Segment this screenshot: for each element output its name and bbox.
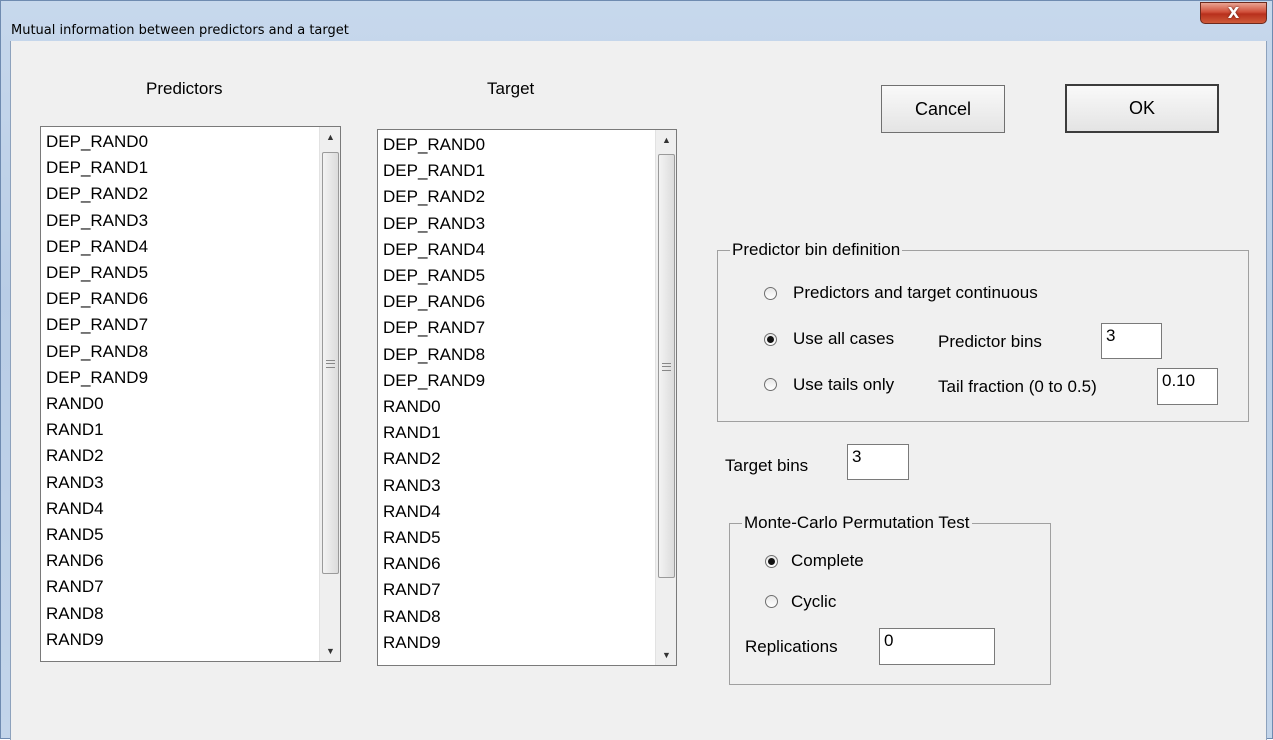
list-item[interactable]: DEP_RAND7 bbox=[383, 315, 485, 341]
list-item[interactable]: RAND3 bbox=[383, 473, 485, 499]
list-item[interactable]: RAND5 bbox=[383, 525, 485, 551]
list-item[interactable]: DEP_RAND9 bbox=[46, 365, 148, 391]
list-item[interactable]: RAND0 bbox=[383, 394, 485, 420]
list-item[interactable]: RAND6 bbox=[46, 548, 148, 574]
monte-carlo-group: Monte-Carlo Permutation Test Complete Cy… bbox=[729, 513, 1051, 685]
tail-fraction-input[interactable]: 0.10 bbox=[1157, 368, 1218, 405]
radio-tails-only[interactable] bbox=[764, 378, 777, 391]
target-list: DEP_RAND0 DEP_RAND1 DEP_RAND2 DEP_RAND3 DEP_… bbox=[383, 132, 485, 656]
list-item[interactable]: DEP_RAND0 bbox=[383, 132, 485, 158]
predictors-scrollbar[interactable]: ▲ ▼ bbox=[319, 127, 340, 661]
radio-complete-label[interactable]: Complete bbox=[791, 551, 864, 571]
target-scroll-thumb[interactable] bbox=[658, 154, 675, 578]
predictor-bins-label: Predictor bins bbox=[938, 332, 1042, 351]
list-item[interactable]: RAND2 bbox=[383, 446, 485, 472]
list-item[interactable]: RAND2 bbox=[46, 443, 148, 469]
list-item[interactable]: RAND8 bbox=[383, 604, 485, 630]
list-item[interactable]: DEP_RAND1 bbox=[46, 155, 148, 181]
scroll-down-icon[interactable]: ▼ bbox=[656, 645, 676, 665]
list-item[interactable]: DEP_RAND5 bbox=[46, 260, 148, 286]
list-item[interactable]: DEP_RAND6 bbox=[383, 289, 485, 315]
scroll-down-icon[interactable]: ▼ bbox=[320, 641, 340, 661]
radio-continuous[interactable] bbox=[764, 287, 777, 300]
target-bins-input[interactable]: 3 bbox=[847, 444, 909, 480]
list-item[interactable]: RAND7 bbox=[46, 574, 148, 600]
dialog-window: Mutual information between predictors an… bbox=[0, 0, 1273, 740]
window-title: Mutual information between predictors an… bbox=[11, 23, 349, 38]
list-item[interactable]: DEP_RAND6 bbox=[46, 286, 148, 312]
predictor-bin-group: Predictor bin definition Predictors and … bbox=[717, 240, 1249, 422]
radio-complete[interactable] bbox=[765, 555, 778, 568]
predictors-listbox[interactable]: DEP_RAND0 DEP_RAND1 DEP_RAND2 DEP_RAND3 DEP_… bbox=[40, 126, 341, 662]
list-item[interactable]: DEP_RAND1 bbox=[383, 158, 485, 184]
target-label: Target bbox=[487, 79, 535, 98]
list-item[interactable]: RAND4 bbox=[46, 496, 148, 522]
close-icon: X bbox=[1227, 4, 1240, 22]
replications-label: Replications bbox=[745, 637, 838, 656]
radio-cyclic[interactable] bbox=[765, 595, 778, 608]
tail-fraction-label: Tail fraction (0 to 0.5) bbox=[938, 377, 1097, 396]
list-item[interactable]: DEP_RAND3 bbox=[383, 211, 485, 237]
predictor-bins-input[interactable]: 3 bbox=[1101, 323, 1162, 359]
list-item[interactable]: RAND7 bbox=[383, 577, 485, 603]
list-item[interactable]: DEP_RAND2 bbox=[46, 181, 148, 207]
list-item[interactable]: RAND3 bbox=[46, 470, 148, 496]
target-scrollbar[interactable]: ▲ ▼ bbox=[655, 130, 676, 665]
radio-all-cases-label[interactable]: Use all cases bbox=[793, 329, 894, 349]
list-item[interactable]: RAND4 bbox=[383, 499, 485, 525]
list-item[interactable]: DEP_RAND8 bbox=[46, 339, 148, 365]
list-item[interactable]: RAND5 bbox=[46, 522, 148, 548]
list-item[interactable]: DEP_RAND4 bbox=[46, 234, 148, 260]
radio-continuous-label[interactable]: Predictors and target continuous bbox=[793, 283, 1038, 303]
list-item[interactable]: RAND9 bbox=[383, 630, 485, 656]
list-item[interactable]: RAND1 bbox=[383, 420, 485, 446]
predictors-list: DEP_RAND0 DEP_RAND1 DEP_RAND2 DEP_RAND3 DEP_… bbox=[46, 129, 148, 653]
radio-all-cases[interactable] bbox=[764, 333, 777, 346]
list-item[interactable]: RAND9 bbox=[46, 627, 148, 653]
predictors-label: Predictors bbox=[146, 79, 223, 98]
list-item[interactable]: RAND6 bbox=[383, 551, 485, 577]
predictor-bin-group-title: Predictor bin definition bbox=[730, 240, 903, 260]
list-item[interactable]: DEP_RAND8 bbox=[383, 342, 485, 368]
target-listbox[interactable]: DEP_RAND0 DEP_RAND1 DEP_RAND2 DEP_RAND3 DEP_… bbox=[377, 129, 677, 666]
list-item[interactable]: RAND8 bbox=[46, 601, 148, 627]
list-item[interactable]: DEP_RAND5 bbox=[383, 263, 485, 289]
list-item[interactable]: DEP_RAND4 bbox=[383, 237, 485, 263]
list-item[interactable]: RAND0 bbox=[46, 391, 148, 417]
title-bar[interactable]: Mutual information between predictors an… bbox=[1, 1, 1272, 41]
replications-input[interactable]: 0 bbox=[879, 628, 995, 665]
dialog-client-area: Predictors DEP_RAND0 DEP_RAND1 DEP_RAND2 DE… bbox=[10, 41, 1267, 740]
list-item[interactable]: DEP_RAND3 bbox=[46, 208, 148, 234]
radio-tails-only-label[interactable]: Use tails only bbox=[793, 375, 894, 395]
close-button[interactable]: X bbox=[1200, 2, 1267, 24]
list-item[interactable]: DEP_RAND0 bbox=[46, 129, 148, 155]
ok-button[interactable]: OK bbox=[1065, 84, 1219, 133]
cancel-button[interactable]: Cancel bbox=[881, 85, 1005, 133]
predictors-scroll-thumb[interactable] bbox=[322, 152, 339, 574]
monte-carlo-group-title: Monte-Carlo Permutation Test bbox=[742, 513, 972, 533]
radio-cyclic-label[interactable]: Cyclic bbox=[791, 592, 836, 612]
list-item[interactable]: RAND1 bbox=[46, 417, 148, 443]
scroll-up-icon[interactable]: ▲ bbox=[320, 127, 340, 147]
list-item[interactable]: DEP_RAND9 bbox=[383, 368, 485, 394]
list-item[interactable]: DEP_RAND2 bbox=[383, 184, 485, 210]
list-item[interactable]: DEP_RAND7 bbox=[46, 312, 148, 338]
target-bins-label: Target bins bbox=[725, 456, 809, 475]
scroll-up-icon[interactable]: ▲ bbox=[656, 130, 676, 150]
